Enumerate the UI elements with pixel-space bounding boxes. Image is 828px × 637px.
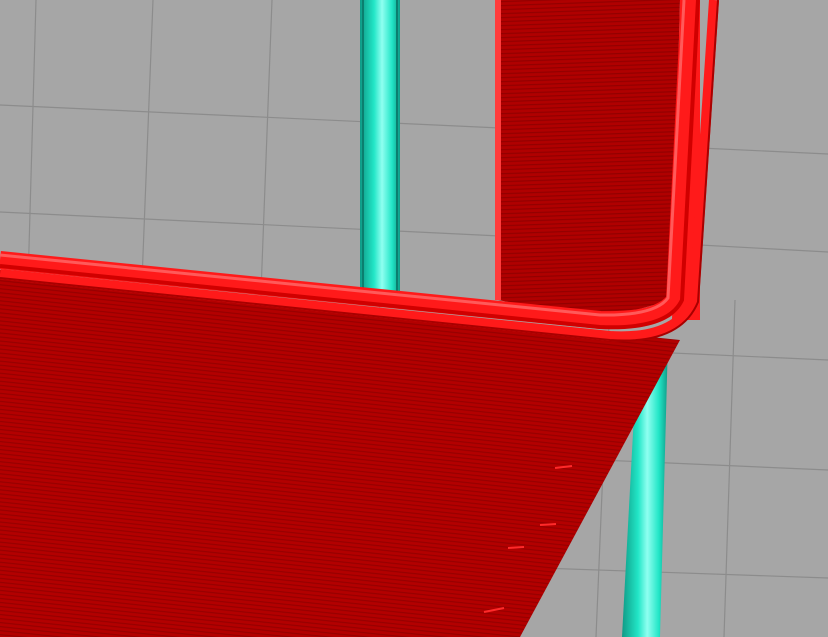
3d-preview-viewport[interactable] xyxy=(0,0,828,637)
travel-move-left xyxy=(360,0,400,300)
preview-canvas[interactable] xyxy=(0,0,828,637)
